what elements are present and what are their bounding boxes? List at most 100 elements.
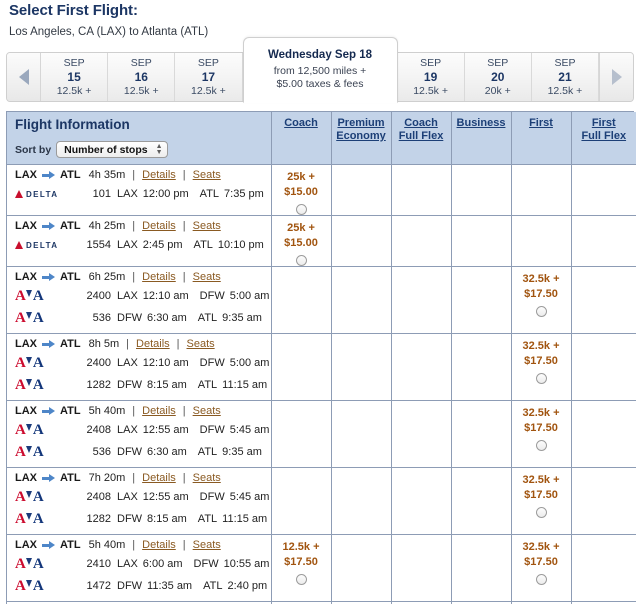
date-tab[interactable]: SEP 19 12.5k + xyxy=(397,53,465,101)
route-arrow-icon xyxy=(42,339,55,349)
seats-link[interactable]: Seats xyxy=(193,271,221,283)
fare-column-header[interactable]: Premium Economy xyxy=(331,112,392,165)
fare-column-header[interactable]: Coach xyxy=(271,112,332,165)
previous-dates-button[interactable] xyxy=(7,53,41,101)
segment-departure-time: 12:00 pm xyxy=(142,188,189,200)
airline-logo-cell: AA xyxy=(15,421,75,439)
eagle-icon xyxy=(25,356,33,371)
seats-link[interactable]: Seats xyxy=(193,472,221,484)
fare-cell xyxy=(331,534,392,602)
selected-date-title: Wednesday Sep 18 xyxy=(268,49,372,61)
segment-destination: ATL xyxy=(197,513,218,525)
fare-select-radio[interactable] xyxy=(535,373,547,384)
fare-select-radio[interactable] xyxy=(535,507,547,518)
fare-cell[interactable]: 12.5k + $17.50 xyxy=(271,534,332,602)
seats-link[interactable]: Seats xyxy=(193,405,221,417)
next-dates-button[interactable] xyxy=(599,53,634,101)
details-link[interactable]: Details xyxy=(142,220,176,232)
segment-departure-time: 12:55 am xyxy=(142,424,189,436)
fare-cell xyxy=(571,333,636,401)
airline-logo-cell: AA xyxy=(15,354,75,372)
segment-origin: DFW xyxy=(117,379,143,391)
segment-departure-time: 6:30 am xyxy=(147,312,187,324)
fare-select-radio[interactable] xyxy=(295,574,307,585)
details-link[interactable]: Details xyxy=(142,472,176,484)
segment-destination: ATL xyxy=(197,379,218,391)
delta-logo: DELTA xyxy=(15,190,58,199)
date-tab-selected[interactable]: Wednesday Sep 18 from 12,500 miles + $5.00… xyxy=(242,37,398,103)
itinerary-header: LAX ATL 4h 35m | Details | Seats xyxy=(15,169,221,181)
fare-miles: 12.5k + xyxy=(282,541,320,553)
seats-link[interactable]: Seats xyxy=(193,220,221,232)
fare-cell xyxy=(331,400,392,468)
fare-taxes: $17.50 xyxy=(524,355,558,367)
date-tab-month: SEP xyxy=(63,56,85,69)
flight-info-cell: LAX ATL 5h 40m | Details | Seats A A 2410 LAX 6:00 … xyxy=(7,534,272,602)
flight-segment: A A 2408 LAX 12:55 am DFW 5:45 am xyxy=(15,419,271,441)
airline-logo-cell: DELTA xyxy=(15,190,75,199)
details-link[interactable]: Details xyxy=(142,539,176,551)
fare-select-radio[interactable] xyxy=(535,440,547,451)
date-tab[interactable]: SEP 17 12.5k + xyxy=(175,53,243,101)
fare-select-radio[interactable] xyxy=(535,574,547,585)
seats-link[interactable]: Seats xyxy=(193,539,221,551)
flight-info-cell: LAX ATL 8h 5m | Details | Seats A A 2400 LAX 12:10 … xyxy=(7,333,272,401)
date-selector-strip: SEP 15 12.5k + SEP 16 12.5k + SEP 17 12.5k + Wedn… xyxy=(6,37,634,103)
left-arrow-icon xyxy=(18,69,29,85)
origin-code: LAX xyxy=(15,338,37,350)
fare-cell[interactable]: 32.5k + $17.50 xyxy=(511,266,572,334)
fare-cell xyxy=(391,467,452,535)
seats-link[interactable]: Seats xyxy=(193,169,221,181)
fare-taxes: $17.50 xyxy=(524,556,558,568)
date-tab-price: 20k + xyxy=(484,84,511,97)
segment-departure-time: 12:10 am xyxy=(142,290,189,302)
segment-destination: DFW xyxy=(199,290,225,302)
flight-results-table: Flight Information Sort by Number of sto… xyxy=(7,112,636,604)
details-link[interactable]: Details xyxy=(136,338,170,350)
eagle-icon xyxy=(25,512,33,527)
fare-cell[interactable]: 32.5k + $17.50 xyxy=(511,333,572,401)
fare-cell[interactable]: 32.5k + $17.50 xyxy=(511,400,572,468)
sort-by-select[interactable]: Number of stops ▲ ▼ xyxy=(56,141,168,158)
fare-select-radio[interactable] xyxy=(295,204,307,215)
details-link[interactable]: Details xyxy=(142,169,176,181)
fare-cell[interactable]: 32.5k + $17.50 xyxy=(511,467,572,535)
fare-cell[interactable]: 25k + $15.00 xyxy=(271,164,332,216)
duration-text: 5h 40m xyxy=(88,539,126,551)
fare-column-header[interactable]: Business xyxy=(451,112,512,165)
route-arrow-icon xyxy=(42,406,55,416)
segment-times: LAX 12:55 am DFW 5:45 am xyxy=(117,424,269,436)
date-tab[interactable]: SEP 16 12.5k + xyxy=(108,53,176,101)
origin-code: LAX xyxy=(15,472,37,484)
fare-column-header[interactable]: Coach Full Flex xyxy=(391,112,452,165)
date-tab[interactable]: SEP 15 12.5k + xyxy=(41,53,109,101)
flight-number: 2410 xyxy=(86,558,111,570)
flight-segment: A A 1282 DFW 8:15 am ATL 11:15 am xyxy=(15,508,271,530)
segment-arrival-time: 10:10 pm xyxy=(217,239,264,251)
date-tab-price: 12.5k + xyxy=(191,84,226,97)
segment-origin: LAX xyxy=(117,239,138,251)
flight-info-cell: LAX ATL 4h 25m | Details | Seats DELTA 1554 LAX 2:… xyxy=(7,215,272,267)
flight-number: 101 xyxy=(92,188,111,200)
flight-segment: A A 536 DFW 6:30 am ATL 9:35 am xyxy=(15,307,271,329)
fare-select-radio[interactable] xyxy=(295,255,307,266)
details-link[interactable]: Details xyxy=(142,271,176,283)
fare-column-header[interactable]: First xyxy=(511,112,572,165)
flight-segment: A A 2400 LAX 12:10 am DFW 5:00 am xyxy=(15,285,271,307)
date-tab-day: 15 xyxy=(67,69,81,84)
flight-information-header: Flight Information Sort by Number of sto… xyxy=(7,112,272,165)
date-tab[interactable]: SEP 20 20k + xyxy=(464,53,532,101)
details-link[interactable]: Details xyxy=(142,405,176,417)
flight-info-cell: LAX ATL 7h 20m | Details | Seats A A 2408 LAX 12:55… xyxy=(7,467,272,535)
fare-cell[interactable]: 32.5k + $17.50 xyxy=(511,534,572,602)
segment-destination: ATL xyxy=(193,239,213,251)
fare-select-radio[interactable] xyxy=(535,306,547,317)
fare-miles: 32.5k + xyxy=(522,407,560,419)
fare-cell[interactable]: 25k + $15.00 xyxy=(271,215,332,267)
fare-taxes: $15.00 xyxy=(284,237,318,249)
date-tab[interactable]: SEP 21 12.5k + xyxy=(531,53,600,101)
flight-segment: A A 536 DFW 6:30 am ATL 9:35 am xyxy=(15,441,271,463)
date-tab-price: 12.5k + xyxy=(547,84,583,97)
seats-link[interactable]: Seats xyxy=(187,338,215,350)
fare-column-header[interactable]: First Full Flex xyxy=(571,112,636,165)
